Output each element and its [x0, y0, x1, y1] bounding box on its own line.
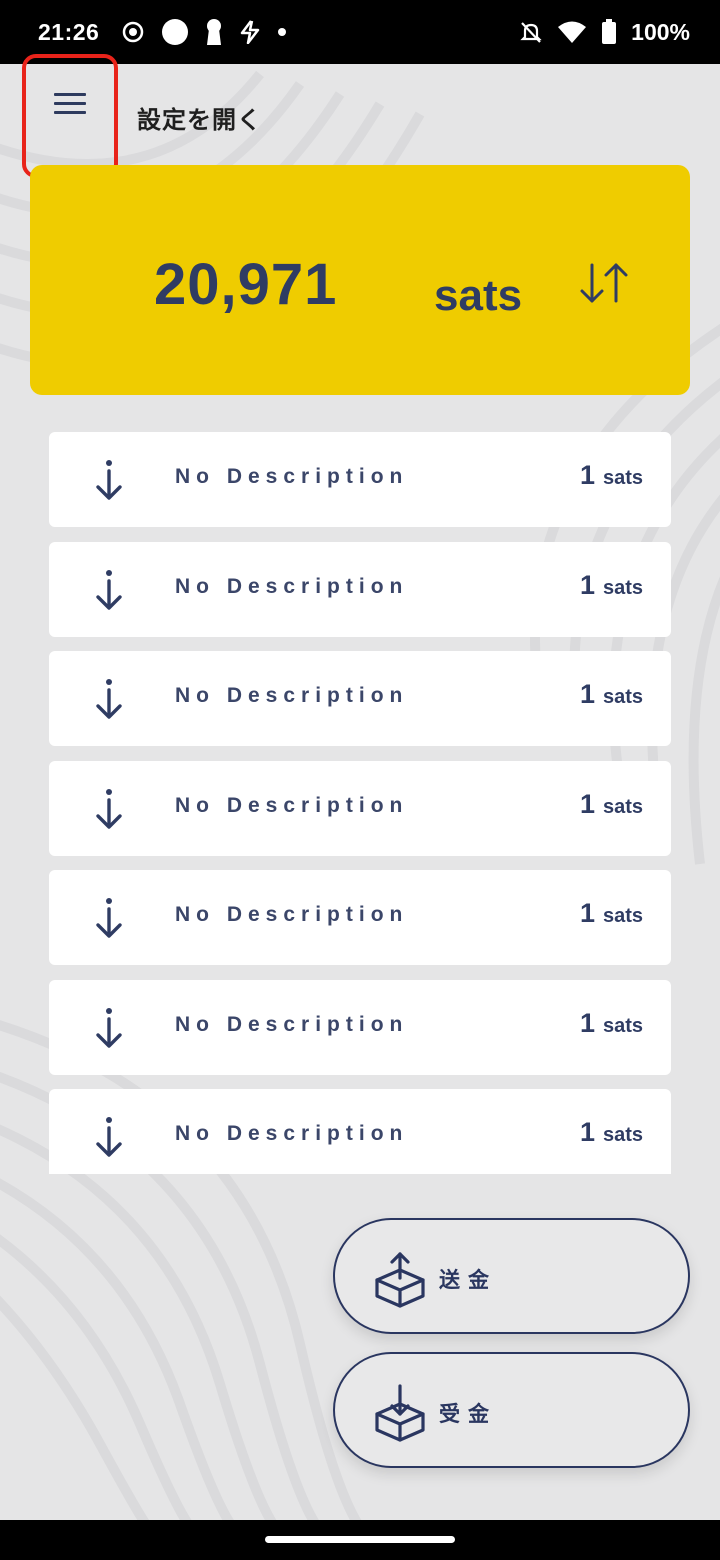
bell-off-icon [520, 22, 542, 43]
transaction-amount-group: 1 sats [580, 898, 643, 929]
battery-icon [602, 19, 617, 44]
transaction-amount-group: 1 sats [580, 460, 643, 491]
status-right-icons: 100% [519, 19, 690, 46]
arrow-down-icon [96, 460, 122, 500]
swap-vertical-icon[interactable] [576, 261, 632, 305]
balance-card: 20,971 sats [30, 165, 690, 395]
transaction-amount-group: 1 sats [580, 1117, 643, 1148]
home-gesture-handle[interactable] [265, 1536, 455, 1543]
transaction-amount: 1 [579, 460, 595, 490]
status-time: 21:26 [38, 18, 100, 45]
receive-button[interactable]: 受金 [333, 1352, 690, 1468]
arrow-down-icon [96, 789, 122, 829]
transaction-unit: sats [602, 577, 643, 599]
header-title[interactable]: 設定を開く [137, 100, 262, 135]
transaction-description: No Description [175, 1122, 409, 1145]
arrow-down-icon [96, 898, 122, 938]
send-label: 送金 [439, 1268, 497, 1292]
transaction-description: No Description [175, 465, 409, 488]
record-icon [123, 21, 144, 43]
transaction-unit: sats [602, 1124, 643, 1146]
transaction-item[interactable]: No Description 1 sats [49, 761, 671, 856]
arrow-down-icon [96, 570, 122, 610]
transaction-amount-group: 1 sats [580, 1008, 643, 1039]
arrow-down-icon [96, 679, 122, 719]
transaction-unit: sats [602, 1015, 643, 1037]
balance-amount: 20,971 [154, 252, 338, 317]
arrow-down-icon [96, 1117, 122, 1157]
transaction-amount: 1 [579, 1008, 595, 1038]
transaction-item[interactable]: No Description 1 sats [49, 1089, 671, 1174]
transaction-amount-group: 1 sats [580, 570, 643, 601]
status-left-icons [121, 18, 287, 46]
transaction-amount-group: 1 sats [580, 789, 643, 820]
battery-percentage: 100% [631, 18, 690, 45]
flash-icon [241, 20, 260, 44]
circle-icon [162, 19, 189, 45]
transaction-unit: sats [602, 796, 643, 818]
keyhole-icon [207, 19, 222, 45]
transaction-item[interactable]: No Description 1 sats [49, 980, 671, 1075]
transaction-unit: sats [602, 905, 643, 927]
menu-button[interactable] [22, 54, 118, 178]
transaction-unit: sats [602, 686, 643, 708]
hamburger-menu-icon [54, 93, 86, 115]
transaction-description: No Description [175, 684, 409, 707]
transaction-description: No Description [175, 794, 409, 817]
transaction-item[interactable]: No Description 1 sats [49, 542, 671, 637]
transaction-list: No Description 1 sats No Description 1 sats No… [49, 432, 671, 1174]
transaction-description: No Description [175, 903, 409, 926]
transaction-unit: sats [602, 467, 643, 489]
arrow-down-icon [96, 1008, 122, 1048]
transaction-amount: 1 [579, 898, 595, 928]
wifi-icon [558, 21, 587, 43]
transaction-item[interactable]: No Description 1 sats [49, 651, 671, 746]
receive-label: 受金 [439, 1402, 497, 1426]
transaction-amount: 1 [579, 679, 595, 709]
transaction-description: No Description [175, 1013, 409, 1036]
box-download-icon [375, 1384, 425, 1442]
transaction-description: No Description [175, 575, 409, 598]
balance-unit: sats [434, 271, 523, 320]
transaction-amount: 1 [579, 1117, 595, 1147]
send-button[interactable]: 送金 [333, 1218, 690, 1334]
transaction-amount: 1 [579, 570, 595, 600]
transaction-amount-group: 1 sats [580, 679, 643, 710]
navigation-bar [0, 1520, 720, 1560]
box-upload-icon [375, 1252, 425, 1308]
transaction-item[interactable]: No Description 1 sats [49, 870, 671, 965]
dot-icon [278, 28, 287, 36]
app-screen: 21:26 100% 設定を開く 20,971 sats No Descript… [0, 0, 720, 1560]
transaction-amount: 1 [579, 789, 595, 819]
transaction-item[interactable]: No Description 1 sats [49, 432, 671, 527]
